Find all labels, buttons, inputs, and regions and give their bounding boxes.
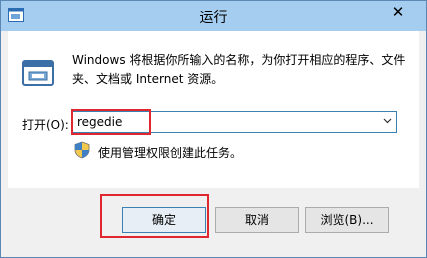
content-panel: Windows 将根据你所输入的名称，为你打开相应的程序、文件夹、文档或 Int… (8, 31, 419, 188)
close-icon: ✕ (391, 3, 405, 21)
browse-button[interactable]: 浏览(B)... (305, 207, 389, 233)
highlight-box-ok (100, 194, 209, 238)
run-dialog-window: 运行 ✕ Windows 将根据你所输入的名称，为你打开相应的程序、文件夹、文档… (0, 0, 427, 258)
chevron-down-icon[interactable] (383, 116, 392, 125)
dialog-client: Windows 将根据你所输入的名称，为你打开相应的程序、文件夹、文档或 Int… (8, 31, 419, 252)
cancel-button[interactable]: 取消 (215, 207, 299, 233)
title-bar: 运行 ✕ (1, 1, 426, 31)
uac-shield-icon (74, 141, 90, 159)
window-title: 运行 (199, 10, 228, 26)
run-dialog-icon (22, 60, 54, 86)
admin-note: 使用管理权限创建此任务。 (98, 146, 243, 160)
open-label: 打开(O): (22, 118, 69, 132)
highlight-box-input (71, 109, 151, 135)
dialog-description: Windows 将根据你所输入的名称，为你打开相应的程序、文件夹、文档或 Int… (72, 53, 406, 86)
close-button[interactable]: ✕ (377, 1, 419, 23)
